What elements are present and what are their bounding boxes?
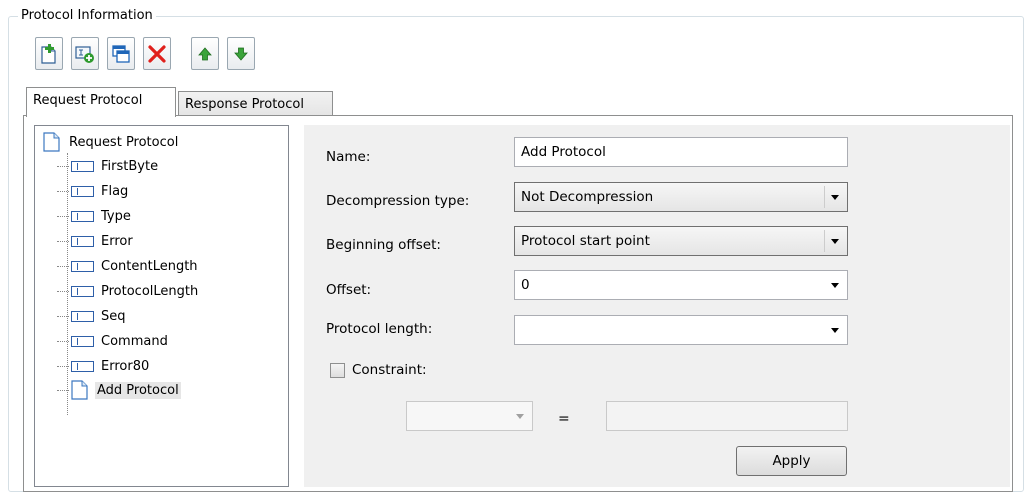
tree-item-command[interactable]: Command [57,329,168,353]
beginning-offset-label: Beginning offset: [326,237,441,253]
tree-item-label: Type [101,208,131,224]
add-document-icon [41,43,56,64]
tree-root-request-protocol[interactable]: Request Protocol [43,131,178,153]
tab-request-protocol[interactable]: Request Protocol [26,87,176,117]
add-field-button[interactable] [71,37,99,70]
apply-button[interactable]: Apply [736,446,847,476]
decompression-type-label: Decompression type: [326,193,470,209]
chevron-down-icon[interactable] [831,283,839,288]
copy-window-icon [112,44,130,63]
tree-item-error[interactable]: Error [57,229,133,253]
tree-item-protocollength[interactable]: ProtocolLength [57,279,198,303]
field-icon [71,360,94,372]
add-protocol-button[interactable] [35,37,63,70]
beginning-offset-value: Protocol start point [521,233,650,249]
move-down-icon [234,47,248,61]
document-icon [43,132,60,152]
beginning-offset-select[interactable]: Protocol start point [514,226,848,256]
tree-item-error80[interactable]: Error80 [57,354,149,378]
chevron-down-icon [516,414,524,419]
tree-item-label: Add Protocol [95,381,181,399]
move-up-button[interactable] [191,37,219,70]
protocol-tree[interactable]: Request Protocol FirstByte Flag Type Err… [34,125,289,487]
tree-connector [57,265,69,267]
tree-connector [57,215,69,217]
tree-connector [57,290,69,292]
tree-connector [57,340,69,342]
field-icon [71,260,94,272]
decompression-type-value: Not Decompression [521,189,654,205]
constraint-checkbox[interactable] [330,363,345,378]
field-icon [71,310,94,322]
tree-item-flag[interactable]: Flag [57,179,128,203]
field-icon [71,285,94,297]
offset-value: 0 [521,277,530,293]
tree-connector [57,389,69,391]
tree-item-label: Flag [101,183,129,199]
chevron-down-icon [824,186,845,208]
tree-item-seq[interactable]: Seq [57,304,126,328]
copy-button[interactable] [107,37,135,70]
field-icon [71,335,94,347]
delete-button[interactable] [143,37,171,70]
tree-item-label: ContentLength [101,258,198,274]
tree-connector [57,190,69,192]
tree-connector [57,165,69,167]
field-icon [71,160,94,172]
move-up-icon [198,46,212,60]
decompression-type-select[interactable]: Not Decompression [514,182,848,212]
name-label: Name: [326,149,371,165]
add-field-icon [75,45,94,63]
offset-label: Offset: [326,282,372,298]
equals-sign: = [558,411,570,427]
chevron-down-icon [824,230,845,252]
tree-item-label: Seq [101,308,126,324]
tree-item-type[interactable]: Type [57,204,131,228]
constraint-label: Constraint: [352,362,427,378]
field-icon [71,210,94,222]
tree-connector [57,240,69,242]
tree-item-label: Error80 [101,358,150,374]
tree-item-label: ProtocolLength [101,283,199,299]
tree-connector [57,315,69,317]
tree-item-label: Command [101,333,168,349]
delete-icon [148,44,166,63]
tree-connector [57,365,69,367]
constraint-value-input [606,401,848,431]
tree-item-label: FirstByte [101,158,159,174]
tree-item-firstbyte[interactable]: FirstByte [57,154,158,178]
field-icon [71,235,94,247]
tree-root-label: Request Protocol [69,134,179,150]
move-down-button[interactable] [227,37,255,70]
constraint-field-select [406,401,533,431]
tree-item-contentlength[interactable]: ContentLength [57,254,198,278]
chevron-down-icon[interactable] [831,328,839,333]
name-input[interactable]: Add Protocol [514,137,848,167]
document-icon [71,380,88,400]
field-icon [71,185,94,197]
offset-combo[interactable]: 0 [514,270,848,300]
protocol-length-combo[interactable] [514,315,848,345]
group-title: Protocol Information [18,7,156,25]
tree-item-label: Error [101,233,133,249]
protocol-length-label: Protocol length: [326,321,433,337]
tree-item-add-protocol[interactable]: Add Protocol [57,378,181,402]
properties-panel: Name: Add Protocol Decompression type: N… [304,125,1010,487]
